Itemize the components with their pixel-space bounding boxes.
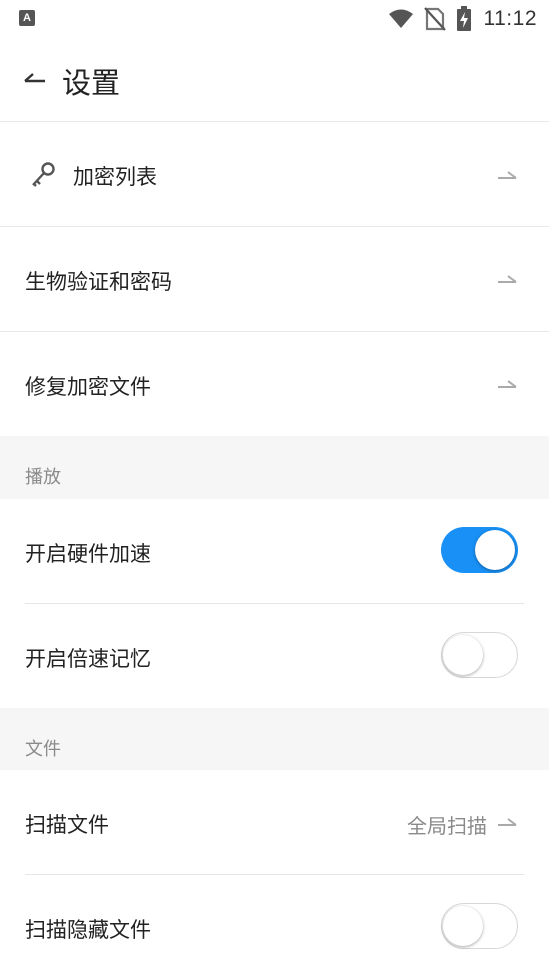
scan-hidden-files-row: 扫描隐藏文件 xyxy=(0,875,549,976)
biometric-password-label: 生物验证和密码 xyxy=(25,270,172,294)
toggle-knob xyxy=(443,905,483,946)
scan-files-value: 全局扫描 xyxy=(407,814,487,838)
chevron-right-icon xyxy=(498,818,517,826)
encrypted-list-label: 加密列表 xyxy=(73,165,157,189)
scan-files-row[interactable]: 扫描文件 全局扫描 xyxy=(0,770,549,874)
status-icons: 11:12 xyxy=(388,6,538,32)
hardware-acceleration-label: 开启硬件加速 xyxy=(25,542,151,566)
status-bar: A 11:12 xyxy=(0,0,549,38)
status-time: 11:12 xyxy=(483,7,537,30)
scan-hidden-files-label: 扫描隐藏文件 xyxy=(25,918,151,942)
speed-memory-toggle[interactable] xyxy=(441,632,518,678)
toggle-knob xyxy=(443,634,483,675)
key-icon xyxy=(32,162,55,187)
speed-memory-row: 开启倍速记忆 xyxy=(0,604,549,708)
hardware-acceleration-toggle[interactable] xyxy=(441,527,518,573)
playback-section-header: 播放 xyxy=(0,436,549,499)
hardware-acceleration-row: 开启硬件加速 xyxy=(0,499,549,603)
section-title: 播放 xyxy=(25,467,61,488)
files-section-header: 文件 xyxy=(0,708,549,770)
back-arrow-icon xyxy=(24,73,45,83)
battery-charging-icon xyxy=(456,6,471,31)
repair-encrypted-files-row[interactable]: 修复加密文件 xyxy=(0,332,549,436)
app-bar: 设置 xyxy=(0,38,549,122)
app-notification-icon: A xyxy=(19,10,35,26)
scan-hidden-files-toggle[interactable] xyxy=(441,903,518,949)
toggle-knob xyxy=(475,530,515,570)
back-button[interactable] xyxy=(22,66,50,92)
page-title: 设置 xyxy=(62,66,121,100)
repair-encrypted-files-label: 修复加密文件 xyxy=(25,375,151,399)
scan-files-label: 扫描文件 xyxy=(25,813,109,837)
wifi-icon xyxy=(388,9,413,28)
encrypted-list-row[interactable]: 加密列表 xyxy=(0,123,549,226)
speed-memory-label: 开启倍速记忆 xyxy=(25,647,151,671)
no-sim-icon xyxy=(423,7,446,31)
section-title: 文件 xyxy=(25,739,61,760)
chevron-right-icon xyxy=(498,275,517,283)
chevron-right-icon xyxy=(498,171,517,179)
chevron-right-icon xyxy=(498,380,517,388)
biometric-password-row[interactable]: 生物验证和密码 xyxy=(0,227,549,331)
